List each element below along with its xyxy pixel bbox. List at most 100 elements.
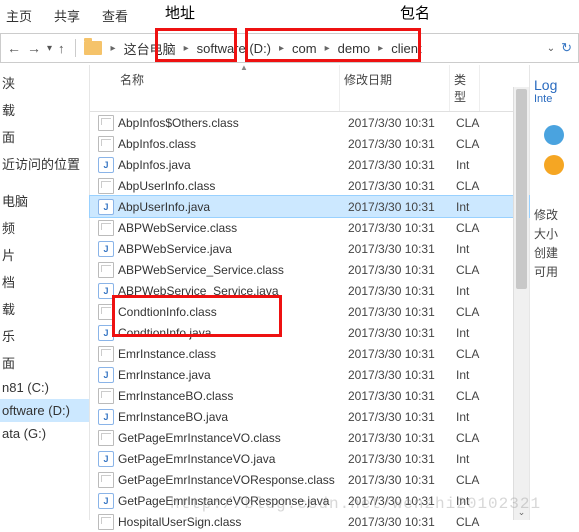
nav-sidebar: 浃 载 面 近访问的位置 电脑 频 片 档 载 乐 面 n81 (C:) oft… xyxy=(0,65,90,520)
file-row[interactable]: ABPWebService.class2017/3/30 10:31CLA xyxy=(90,217,529,238)
tab-share[interactable]: 共享 xyxy=(54,6,80,25)
file-date: 2017/3/30 10:31 xyxy=(348,431,456,445)
col-type[interactable]: 类型 xyxy=(450,65,480,111)
file-name: EmrInstanceBO.java xyxy=(118,410,228,424)
file-name: ABPWebService_Service.java xyxy=(118,284,279,298)
file-type: CLA xyxy=(456,305,486,319)
file-row[interactable]: EmrInstance.class2017/3/30 10:31CLA xyxy=(90,343,529,364)
chevron-icon[interactable]: ▸ xyxy=(274,43,289,54)
crumb-pc[interactable]: 这台电脑 xyxy=(121,39,179,58)
sort-indicator-icon: ▲ xyxy=(240,63,248,72)
file-type: CLA xyxy=(456,389,486,403)
file-name: AbpInfos$Others.class xyxy=(118,116,239,130)
class-file-icon xyxy=(98,430,114,446)
class-file-icon xyxy=(98,220,114,236)
history-dropdown-icon[interactable]: ▾ xyxy=(47,43,52,54)
file-name: GetPageEmrInstanceVO.java xyxy=(118,452,275,466)
java-file-icon xyxy=(98,493,114,509)
vertical-scrollbar[interactable]: ⌄ xyxy=(513,87,529,520)
file-date: 2017/3/30 10:31 xyxy=(348,200,456,214)
file-row[interactable]: GetPageEmrInstanceVOResponse.class2017/3… xyxy=(90,469,529,490)
tab-home[interactable]: 主页 xyxy=(6,6,32,25)
file-row[interactable]: GetPageEmrInstanceVO.class 2017/3/30 10:3… xyxy=(90,427,529,448)
file-row[interactable]: CondtionInfo.class2017/3/30 10:31CLA xyxy=(90,301,529,322)
sidebar-item[interactable]: 电脑 xyxy=(0,187,89,214)
forward-icon[interactable]: → xyxy=(27,40,41,56)
tab-view[interactable]: 查看 xyxy=(102,6,128,25)
file-name: EmrInstance.java xyxy=(118,368,211,382)
sidebar-item[interactable]: 频 xyxy=(0,214,89,241)
file-date: 2017/3/30 10:31 xyxy=(348,494,456,508)
file-type: Int xyxy=(456,410,486,424)
sidebar-item[interactable]: 乐 xyxy=(0,322,89,349)
file-date: 2017/3/30 10:31 xyxy=(348,326,456,340)
file-type: Int xyxy=(456,494,486,508)
sidebar-item[interactable]: 档 xyxy=(0,268,89,295)
detail-modified: 修改 xyxy=(534,205,575,224)
java-file-icon xyxy=(98,241,114,257)
sidebar-item[interactable]: 片 xyxy=(0,241,89,268)
col-date[interactable]: 修改日期 xyxy=(340,65,450,111)
separator xyxy=(75,39,76,57)
detail-size: 大小 xyxy=(534,224,575,243)
file-row[interactable]: ABPWebService_Service.java2017/3/30 10:3… xyxy=(90,280,529,301)
file-row[interactable]: GetPageEmrInstanceVOResponse.java2017/3/… xyxy=(90,490,529,511)
file-row[interactable]: AbpInfos.class2017/3/30 10:31CLA xyxy=(90,133,529,154)
file-name: GetPageEmrInstanceVOResponse.class xyxy=(118,473,335,487)
file-type: CLA xyxy=(456,137,486,151)
col-name[interactable]: 名称 xyxy=(90,65,340,111)
detail-available: 可用 xyxy=(534,262,575,281)
sidebar-item-g[interactable]: ata (G:) xyxy=(0,422,89,445)
class-file-icon xyxy=(98,136,114,152)
refresh-icon[interactable]: ↻ xyxy=(561,40,572,56)
file-type: Int xyxy=(456,368,486,382)
file-row[interactable]: ABPWebService.java2017/3/30 10:31Int xyxy=(90,238,529,259)
file-row[interactable]: AbpInfos.java2017/3/30 10:31Int xyxy=(90,154,529,175)
class-file-icon xyxy=(98,472,114,488)
file-row[interactable]: GetPageEmrInstanceVO.java2017/3/30 10:31… xyxy=(90,448,529,469)
up-icon[interactable]: ↑ xyxy=(58,41,65,56)
path-dropdown-icon[interactable]: ⌄ xyxy=(547,43,555,54)
crumb-drive[interactable]: software (D:) xyxy=(194,41,274,56)
file-type: CLA xyxy=(456,221,486,235)
file-type: CLA xyxy=(456,263,486,277)
sidebar-item[interactable]: 面 xyxy=(0,123,89,150)
file-name: GetPageEmrInstanceVO.class xyxy=(118,431,281,445)
file-name: EmrInstanceBO.class xyxy=(118,389,233,403)
file-type: CLA xyxy=(456,347,486,361)
file-date: 2017/3/30 10:31 xyxy=(348,389,456,403)
file-date: 2017/3/30 10:31 xyxy=(348,158,456,172)
scrollbar-thumb[interactable] xyxy=(516,89,527,289)
chevron-icon[interactable]: ▸ xyxy=(179,43,194,54)
file-row[interactable]: EmrInstanceBO.java2017/3/30 10:31Int xyxy=(90,406,529,427)
java-file-icon xyxy=(98,367,114,383)
java-file-icon xyxy=(98,409,114,425)
file-date: 2017/3/30 10:31 xyxy=(348,116,456,130)
crumb-com[interactable]: com xyxy=(289,41,320,56)
chevron-icon[interactable]: ▸ xyxy=(320,43,335,54)
sidebar-item-d[interactable]: oftware (D:) xyxy=(0,399,89,422)
sidebar-item[interactable]: 载 xyxy=(0,295,89,322)
file-name: ABPWebService.java xyxy=(118,242,232,256)
file-row[interactable]: ABPWebService_Service.class2017/3/30 10:… xyxy=(90,259,529,280)
scroll-down-icon[interactable]: ⌄ xyxy=(514,507,529,518)
file-row[interactable]: HospitalUserSign.class2017/3/30 10:31CLA xyxy=(90,511,529,532)
crumb-client[interactable]: client xyxy=(388,41,424,56)
back-icon[interactable]: ← xyxy=(7,40,21,56)
sidebar-item[interactable]: 载 xyxy=(0,96,89,123)
file-row[interactable]: EmrInstance.java2017/3/30 10:31Int xyxy=(90,364,529,385)
file-date: 2017/3/30 10:31 xyxy=(348,242,456,256)
chevron-icon[interactable]: ▸ xyxy=(106,43,121,54)
sidebar-item-c[interactable]: n81 (C:) xyxy=(0,376,89,399)
file-row[interactable]: CondtionInfo.java2017/3/30 10:31Int xyxy=(90,322,529,343)
file-row[interactable]: AbpUserInfo.class2017/3/30 10:31CLA xyxy=(90,175,529,196)
sidebar-item[interactable]: 面 xyxy=(0,349,89,376)
file-row[interactable]: AbpUserInfo.java2017/3/30 10:31Int xyxy=(90,196,529,217)
sidebar-item[interactable]: 浃 xyxy=(0,69,89,96)
file-row[interactable]: AbpInfos$Others.class2017/3/30 10:31CLA xyxy=(90,112,529,133)
class-file-icon xyxy=(98,514,114,530)
chevron-icon[interactable]: ▸ xyxy=(373,43,388,54)
crumb-demo[interactable]: demo xyxy=(335,41,374,56)
file-row[interactable]: EmrInstanceBO.class 2017/3/30 10:31CLA xyxy=(90,385,529,406)
sidebar-item[interactable]: 近访问的位置 xyxy=(0,150,89,177)
